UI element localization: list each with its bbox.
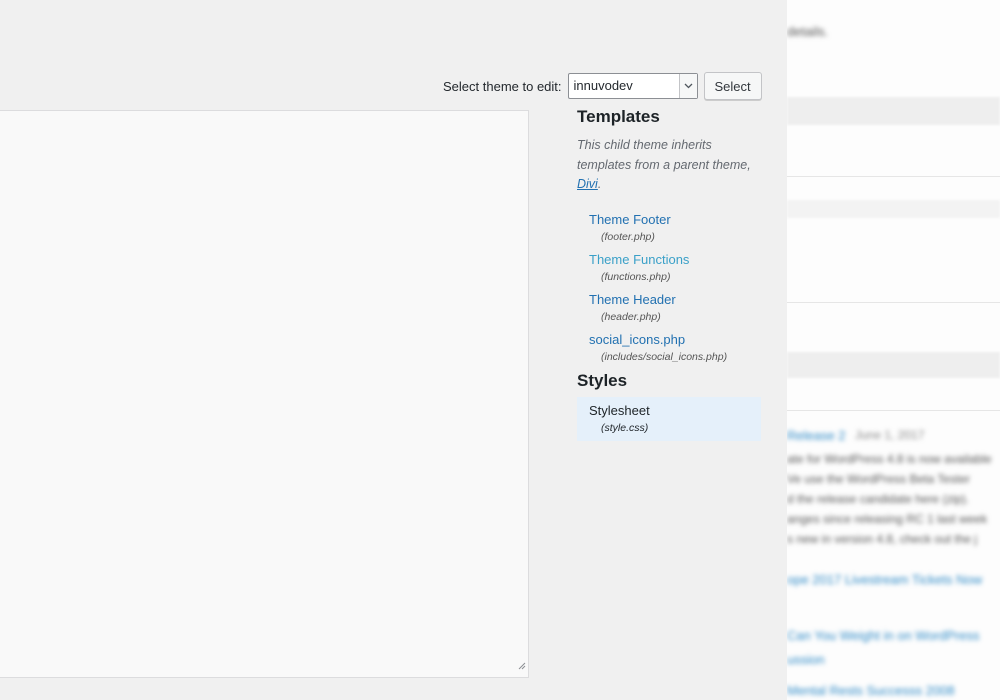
backdrop-news-date: June 1, 2017 bbox=[855, 428, 925, 442]
theme-select-label: Select theme to edit: bbox=[443, 78, 562, 94]
template-file-list: Theme Footer (footer.php) Theme Function… bbox=[577, 211, 762, 363]
backdrop-divider bbox=[787, 302, 1000, 303]
file-link-theme-header[interactable]: Theme Header bbox=[589, 291, 762, 309]
styles-heading: Styles bbox=[577, 370, 628, 390]
backdrop-link: ussion bbox=[787, 652, 825, 667]
backdrop-divider bbox=[787, 176, 1000, 177]
file-name: (functions.php) bbox=[601, 270, 671, 283]
backdrop-bar bbox=[787, 352, 1000, 378]
inherit-note: This child theme inherits templates from… bbox=[577, 136, 762, 195]
backdrop-text: details. bbox=[787, 24, 829, 39]
file-link-stylesheet[interactable]: Stylesheet bbox=[589, 402, 761, 420]
backdrop-news-line: ate for WordPress 4.8 is now available bbox=[787, 452, 992, 466]
parent-theme-link[interactable]: Divi bbox=[577, 177, 598, 191]
file-name: (includes/social_icons.php) bbox=[601, 350, 728, 363]
file-link-theme-functions[interactable]: Theme Functions bbox=[589, 251, 762, 269]
file-name: (header.php) bbox=[601, 310, 661, 323]
blurred-dashboard-backdrop: details. Release 2 June 1, 2017 ate for … bbox=[787, 0, 1000, 700]
list-item: Theme Functions (functions.php) bbox=[589, 251, 762, 283]
theme-select-value: innuvodev bbox=[573, 78, 633, 93]
backdrop-news-line: s new in version 4.8, check out the j bbox=[787, 532, 978, 546]
chevron-down-icon bbox=[678, 74, 697, 98]
file-link-social-icons[interactable]: social_icons.php bbox=[589, 331, 762, 349]
backdrop-link: Mental Rests Successs 2008 bbox=[787, 683, 955, 698]
templates-heading: Templates bbox=[577, 107, 660, 126]
backdrop-link: Can You Weight in on WordPress bbox=[787, 628, 980, 643]
theme-selector-row: Select theme to edit: innuvodev Select bbox=[443, 72, 762, 100]
backdrop-news-line: anges since releasing RC 1 last week bbox=[787, 512, 988, 526]
template-sidebar: Templates This child theme inherits temp… bbox=[577, 107, 762, 441]
backdrop-link: ope 2017 Livestream Tickets Now bbox=[787, 572, 983, 587]
styles-file-list: Stylesheet (style.css) bbox=[577, 396, 762, 441]
list-item: Theme Header (header.php) bbox=[589, 291, 762, 323]
backdrop-bar bbox=[787, 200, 1000, 218]
inherit-note-text: This child theme inherits templates from… bbox=[577, 138, 751, 172]
list-item: social_icons.php (includes/social_icons.… bbox=[589, 331, 762, 363]
file-link-theme-footer[interactable]: Theme Footer bbox=[589, 211, 762, 229]
backdrop-news-line: Ve use the WordPress Beta Tester bbox=[787, 472, 970, 486]
backdrop-news-title: Release 2 bbox=[787, 428, 846, 443]
file-name: (footer.php) bbox=[601, 230, 655, 243]
resize-grip-icon[interactable] bbox=[518, 657, 526, 675]
list-item: Theme Footer (footer.php) bbox=[589, 211, 762, 243]
inherit-note-suffix: . bbox=[597, 177, 602, 191]
backdrop-divider bbox=[787, 410, 1000, 411]
select-theme-button[interactable]: Select bbox=[703, 72, 762, 100]
code-editor-textarea[interactable] bbox=[0, 110, 529, 678]
file-name: (style.css) bbox=[601, 421, 649, 434]
backdrop-news-line: d the release candidate here (zip). bbox=[787, 492, 970, 506]
theme-editor-panel: Select theme to edit: innuvodev Select T… bbox=[0, 0, 787, 700]
list-item-selected: Stylesheet (style.css) bbox=[577, 396, 761, 441]
theme-select-dropdown[interactable]: innuvodev bbox=[567, 73, 698, 99]
backdrop-bar bbox=[787, 97, 1000, 125]
